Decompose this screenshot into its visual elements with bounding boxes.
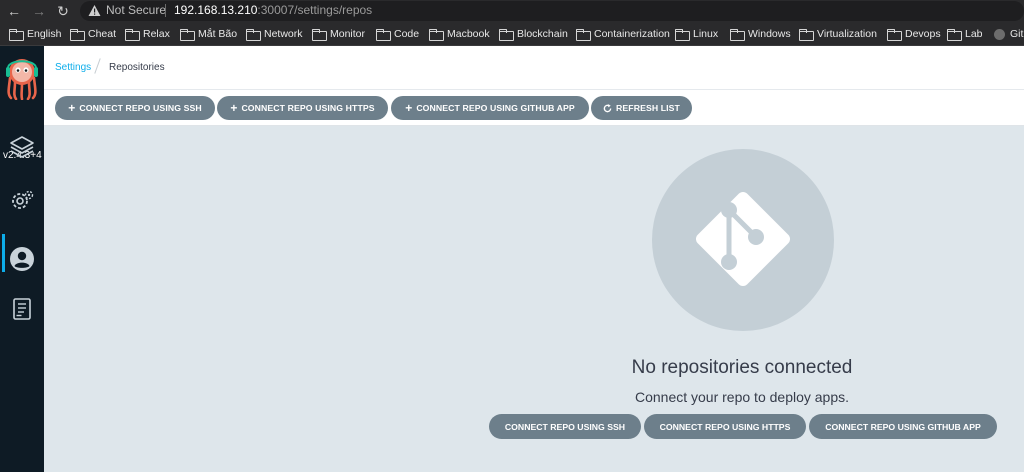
url-divider xyxy=(165,4,166,17)
bookmark-devops[interactable]: Devops xyxy=(887,27,941,41)
folder-icon xyxy=(9,29,24,41)
reload-icon[interactable]: ↻ xyxy=(55,3,71,19)
folder-icon xyxy=(180,29,195,41)
empty-state-title: No repositories connected xyxy=(631,357,853,378)
empty-connect-ssh-button[interactable]: CONNECT REPO USING SSH xyxy=(489,414,641,439)
button-label: CONNECT REPO USING HTTPS xyxy=(241,103,375,113)
bookmark-blockchain[interactable]: Blockchain xyxy=(499,27,568,41)
bookmark-label: Macbook xyxy=(447,28,490,40)
bookmark-code[interactable]: Code xyxy=(376,27,419,41)
folder-icon xyxy=(947,29,962,41)
folder-icon xyxy=(799,29,814,41)
argo-logo-icon[interactable] xyxy=(5,58,39,100)
plus-icon: + xyxy=(68,101,76,115)
github-icon xyxy=(994,28,1005,40)
url-text[interactable]: 192.168.13.210:30007/settings/repos xyxy=(174,3,372,18)
bookmark-label: Windows xyxy=(748,28,791,40)
bookmark-label: Git xyxy=(1010,28,1024,40)
folder-icon xyxy=(376,29,391,41)
connect-github-app-button[interactable]: + CONNECT REPO USING GITHUB APP xyxy=(391,96,589,120)
warning-triangle-icon[interactable] xyxy=(88,4,101,17)
bookmark-label: Mắt Bão xyxy=(198,28,238,40)
page-title: Repositories xyxy=(109,62,165,73)
button-label: CONNECT REPO USING SSH xyxy=(79,103,202,113)
refresh-list-button[interactable]: REFRESH LIST xyxy=(591,96,692,120)
gear-icon[interactable] xyxy=(9,188,35,214)
plus-icon: + xyxy=(405,101,413,115)
bookmark-containerization[interactable]: Containerization xyxy=(576,27,670,41)
user-circle-icon[interactable] xyxy=(9,246,35,272)
breadcrumb-separator xyxy=(94,58,101,74)
bookmark-label: Linux xyxy=(693,28,719,40)
bookmark-relax[interactable]: Relax xyxy=(125,27,170,41)
button-label: CONNECT REPO USING GITHUB APP xyxy=(416,103,575,113)
folder-icon xyxy=(887,29,902,41)
folder-icon xyxy=(429,29,444,41)
button-label: REFRESH LIST xyxy=(616,103,680,113)
empty-connect-https-button[interactable]: CONNECT REPO USING HTTPS xyxy=(644,414,806,439)
bookmark-label: Virtualization xyxy=(817,28,877,40)
breadcrumb-settings-link[interactable]: Settings xyxy=(55,62,91,73)
bookmark-lab[interactable]: Lab xyxy=(947,27,983,41)
bookmarks-bar: English Cheat Relax Mắt Bão Network Moni… xyxy=(0,22,1024,46)
empty-state-subtitle: Connect your repo to deploy apps. xyxy=(634,389,850,405)
folder-icon xyxy=(576,29,591,41)
folder-icon xyxy=(312,29,327,41)
toolbar: + CONNECT REPO USING SSH + CONNECT REPO US… xyxy=(44,90,1024,126)
security-label[interactable]: Not Secure xyxy=(106,3,166,18)
bookmark-macbook[interactable]: Macbook xyxy=(429,27,490,41)
refresh-icon xyxy=(603,103,612,112)
bookmark-label: Blockchain xyxy=(517,28,568,40)
bookmark-label: Devops xyxy=(905,28,941,40)
git-icon xyxy=(695,190,791,287)
folder-icon xyxy=(125,29,140,41)
bookmark-label: Network xyxy=(264,28,303,40)
url-host: 192.168.13.210 xyxy=(174,3,258,17)
browser-toolbar: ← → ↻ Not Secure 192.168.13.210:30007/se… xyxy=(0,0,1024,22)
bookmark-network[interactable]: Network xyxy=(246,27,303,41)
back-arrow-icon[interactable]: ← xyxy=(6,3,22,19)
bookmark-label: Cheat xyxy=(88,28,117,40)
folder-icon xyxy=(70,29,85,41)
bookmark-monitor[interactable]: Monitor xyxy=(312,27,365,41)
bookmark-label: Lab xyxy=(965,28,983,40)
bookmark-git[interactable]: Git xyxy=(994,27,1023,41)
bookmark-label: Containerization xyxy=(594,28,670,40)
empty-connect-github-app-button[interactable]: CONNECT REPO USING GITHUB APP xyxy=(809,414,997,439)
folder-icon xyxy=(499,29,514,41)
connect-https-button[interactable]: + CONNECT REPO USING HTTPS xyxy=(217,96,388,120)
bookmark-mat-bao[interactable]: Mắt Bão xyxy=(180,27,237,41)
bookmark-label: Monitor xyxy=(330,28,366,40)
layers-icon[interactable] xyxy=(9,134,35,160)
main-content: No repositories connected Connect your r… xyxy=(44,127,1024,472)
bookmark-label: Relax xyxy=(143,28,170,40)
bookmark-linux[interactable]: Linux xyxy=(675,27,718,41)
connect-ssh-button[interactable]: + CONNECT REPO USING SSH xyxy=(55,96,215,120)
folder-icon xyxy=(246,29,261,41)
folder-icon xyxy=(675,29,690,41)
bookmark-cheat[interactable]: Cheat xyxy=(70,27,116,41)
bookmark-virtualization[interactable]: Virtualization xyxy=(799,27,877,41)
bookmark-label: Code xyxy=(394,28,420,40)
plus-icon: + xyxy=(230,101,238,115)
folder-icon xyxy=(730,29,745,41)
bookmark-windows[interactable]: Windows xyxy=(730,27,791,41)
url-path: :30007/settings/repos xyxy=(257,3,373,17)
bookmark-english[interactable]: English xyxy=(9,27,61,41)
sidebar: v2.4.3+4 xyxy=(0,46,44,472)
book-icon[interactable] xyxy=(9,296,35,322)
breadcrumb: Settings Repositories xyxy=(44,46,1024,90)
bookmark-label: English xyxy=(27,28,62,40)
active-nav-indicator xyxy=(2,234,5,272)
forward-arrow-icon[interactable]: → xyxy=(31,3,47,19)
